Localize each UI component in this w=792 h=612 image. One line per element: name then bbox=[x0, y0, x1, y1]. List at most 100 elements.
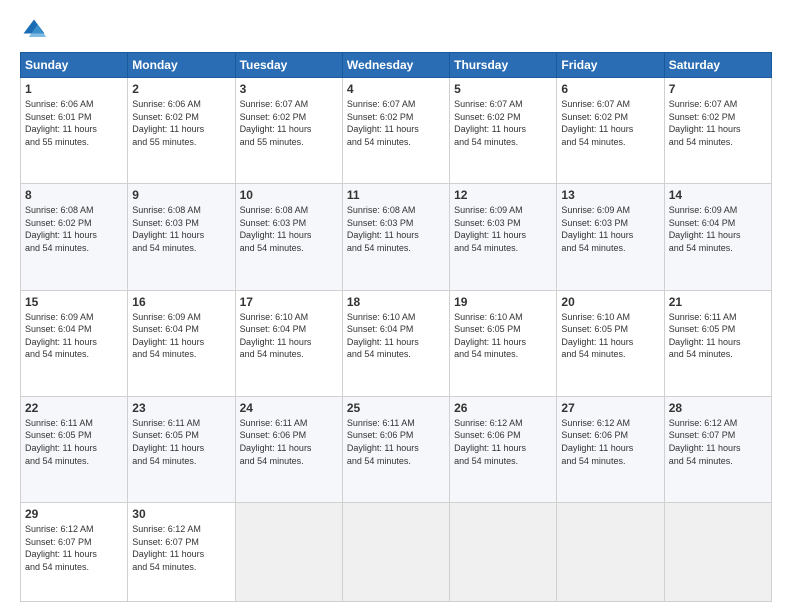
calendar-cell: 29 Sunrise: 6:12 AMSunset: 6:07 PMDayligh… bbox=[21, 503, 128, 602]
cell-info: Sunrise: 6:10 AMSunset: 6:04 PMDaylight:… bbox=[347, 312, 419, 360]
day-number: 14 bbox=[669, 188, 767, 202]
day-number: 8 bbox=[25, 188, 123, 202]
page: SundayMondayTuesdayWednesdayThursdayFrid… bbox=[0, 0, 792, 612]
day-number: 4 bbox=[347, 82, 445, 96]
day-number: 18 bbox=[347, 295, 445, 309]
day-number: 30 bbox=[132, 507, 230, 521]
day-number: 15 bbox=[25, 295, 123, 309]
day-number: 7 bbox=[669, 82, 767, 96]
cell-info: Sunrise: 6:12 AMSunset: 6:07 PMDaylight:… bbox=[25, 524, 97, 572]
cell-info: Sunrise: 6:12 AMSunset: 6:07 PMDaylight:… bbox=[132, 524, 204, 572]
calendar-cell: 4 Sunrise: 6:07 AMSunset: 6:02 PMDaylight… bbox=[342, 78, 449, 184]
calendar-cell: 1 Sunrise: 6:06 AMSunset: 6:01 PMDaylight… bbox=[21, 78, 128, 184]
calendar-cell bbox=[342, 503, 449, 602]
header bbox=[20, 16, 772, 44]
cell-info: Sunrise: 6:06 AMSunset: 6:01 PMDaylight:… bbox=[25, 99, 97, 147]
col-header-friday: Friday bbox=[557, 53, 664, 78]
calendar-cell: 13 Sunrise: 6:09 AMSunset: 6:03 PMDayligh… bbox=[557, 184, 664, 290]
calendar-cell: 28Sunrise: 6:12 AMSunset: 6:07 PMDayligh… bbox=[664, 396, 771, 502]
col-header-tuesday: Tuesday bbox=[235, 53, 342, 78]
cell-info: Sunrise: 6:09 AMSunset: 6:04 PMDaylight:… bbox=[25, 312, 97, 360]
day-number: 28 bbox=[669, 401, 767, 415]
calendar-table: SundayMondayTuesdayWednesdayThursdayFrid… bbox=[20, 52, 772, 602]
calendar-cell: 15 Sunrise: 6:09 AMSunset: 6:04 PMDayligh… bbox=[21, 290, 128, 396]
calendar-cell: 17Sunrise: 6:10 AMSunset: 6:04 PMDayligh… bbox=[235, 290, 342, 396]
calendar-cell: 24 Sunrise: 6:11 AMSunset: 6:06 PMDayligh… bbox=[235, 396, 342, 502]
calendar-cell: 16 Sunrise: 6:09 AMSunset: 6:04 PMDayligh… bbox=[128, 290, 235, 396]
cell-info: Sunrise: 6:07 AMSunset: 6:02 PMDaylight:… bbox=[561, 99, 633, 147]
calendar-cell: 14 Sunrise: 6:09 AMSunset: 6:04 PMDayligh… bbox=[664, 184, 771, 290]
day-number: 17 bbox=[240, 295, 338, 309]
calendar-cell bbox=[664, 503, 771, 602]
cell-info: Sunrise: 6:07 AMSunset: 6:02 PMDaylight:… bbox=[454, 99, 526, 147]
cell-info: Sunrise: 6:07 AMSunset: 6:02 PMDaylight:… bbox=[669, 99, 741, 147]
col-header-sunday: Sunday bbox=[21, 53, 128, 78]
calendar-cell bbox=[450, 503, 557, 602]
day-number: 20 bbox=[561, 295, 659, 309]
day-number: 24 bbox=[240, 401, 338, 415]
cell-info: Sunrise: 6:08 AMSunset: 6:03 PMDaylight:… bbox=[240, 205, 312, 253]
calendar-cell: 21 Sunrise: 6:11 AMSunset: 6:05 PMDayligh… bbox=[664, 290, 771, 396]
day-number: 13 bbox=[561, 188, 659, 202]
day-number: 26 bbox=[454, 401, 552, 415]
calendar-cell: 6 Sunrise: 6:07 AMSunset: 6:02 PMDaylight… bbox=[557, 78, 664, 184]
day-number: 29 bbox=[25, 507, 123, 521]
col-header-thursday: Thursday bbox=[450, 53, 557, 78]
calendar-cell bbox=[235, 503, 342, 602]
day-number: 16 bbox=[132, 295, 230, 309]
day-number: 10 bbox=[240, 188, 338, 202]
day-number: 3 bbox=[240, 82, 338, 96]
calendar-cell: 2 Sunrise: 6:06 AMSunset: 6:02 PMDaylight… bbox=[128, 78, 235, 184]
cell-info: Sunrise: 6:12 AMSunset: 6:06 PMDaylight:… bbox=[561, 418, 633, 466]
cell-info: Sunrise: 6:07 AMSunset: 6:02 PMDaylight:… bbox=[347, 99, 419, 147]
cell-info: Sunrise: 6:08 AMSunset: 6:02 PMDaylight:… bbox=[25, 205, 97, 253]
cell-info: Sunrise: 6:09 AMSunset: 6:03 PMDaylight:… bbox=[561, 205, 633, 253]
cell-info: Sunrise: 6:11 AMSunset: 6:06 PMDaylight:… bbox=[240, 418, 312, 466]
day-number: 9 bbox=[132, 188, 230, 202]
cell-info: Sunrise: 6:09 AMSunset: 6:04 PMDaylight:… bbox=[669, 205, 741, 253]
calendar-cell: 23 Sunrise: 6:11 AMSunset: 6:05 PMDayligh… bbox=[128, 396, 235, 502]
day-number: 25 bbox=[347, 401, 445, 415]
col-header-saturday: Saturday bbox=[664, 53, 771, 78]
calendar-cell: 3 Sunrise: 6:07 AMSunset: 6:02 PMDaylight… bbox=[235, 78, 342, 184]
cell-info: Sunrise: 6:09 AMSunset: 6:03 PMDaylight:… bbox=[454, 205, 526, 253]
cell-info: Sunrise: 6:10 AMSunset: 6:05 PMDaylight:… bbox=[561, 312, 633, 360]
calendar-cell: 18 Sunrise: 6:10 AMSunset: 6:04 PMDayligh… bbox=[342, 290, 449, 396]
col-header-wednesday: Wednesday bbox=[342, 53, 449, 78]
calendar-cell: 11 Sunrise: 6:08 AMSunset: 6:03 PMDayligh… bbox=[342, 184, 449, 290]
calendar-cell: 22 Sunrise: 6:11 AMSunset: 6:05 PMDayligh… bbox=[21, 396, 128, 502]
calendar-cell bbox=[557, 503, 664, 602]
day-number: 2 bbox=[132, 82, 230, 96]
calendar-cell: 20 Sunrise: 6:10 AMSunset: 6:05 PMDayligh… bbox=[557, 290, 664, 396]
cell-info: Sunrise: 6:07 AMSunset: 6:02 PMDaylight:… bbox=[240, 99, 312, 147]
calendar-cell: 7 Sunrise: 6:07 AMSunset: 6:02 PMDaylight… bbox=[664, 78, 771, 184]
cell-info: Sunrise: 6:12 AMSunset: 6:06 PMDaylight:… bbox=[454, 418, 526, 466]
cell-info: Sunrise: 6:06 AMSunset: 6:02 PMDaylight:… bbox=[132, 99, 204, 147]
day-number: 5 bbox=[454, 82, 552, 96]
day-number: 11 bbox=[347, 188, 445, 202]
day-number: 19 bbox=[454, 295, 552, 309]
calendar-cell: 25Sunrise: 6:11 AMSunset: 6:06 PMDayligh… bbox=[342, 396, 449, 502]
day-number: 1 bbox=[25, 82, 123, 96]
calendar-cell: 12 Sunrise: 6:09 AMSunset: 6:03 PMDayligh… bbox=[450, 184, 557, 290]
calendar-cell: 8 Sunrise: 6:08 AMSunset: 6:02 PMDaylight… bbox=[21, 184, 128, 290]
day-number: 6 bbox=[561, 82, 659, 96]
calendar-cell: 10 Sunrise: 6:08 AMSunset: 6:03 PMDayligh… bbox=[235, 184, 342, 290]
logo bbox=[20, 16, 52, 44]
cell-info: Sunrise: 6:08 AMSunset: 6:03 PMDaylight:… bbox=[347, 205, 419, 253]
logo-icon bbox=[20, 16, 48, 44]
cell-info: Sunrise: 6:09 AMSunset: 6:04 PMDaylight:… bbox=[132, 312, 204, 360]
day-number: 22 bbox=[25, 401, 123, 415]
cell-info: Sunrise: 6:10 AMSunset: 6:05 PMDaylight:… bbox=[454, 312, 526, 360]
calendar-cell: 5 Sunrise: 6:07 AMSunset: 6:02 PMDaylight… bbox=[450, 78, 557, 184]
cell-info: Sunrise: 6:11 AMSunset: 6:05 PMDaylight:… bbox=[132, 418, 204, 466]
cell-info: Sunrise: 6:11 AMSunset: 6:05 PMDaylight:… bbox=[669, 312, 741, 360]
day-number: 23 bbox=[132, 401, 230, 415]
calendar-cell: 9 Sunrise: 6:08 AMSunset: 6:03 PMDaylight… bbox=[128, 184, 235, 290]
day-number: 12 bbox=[454, 188, 552, 202]
calendar-cell: 27Sunrise: 6:12 AMSunset: 6:06 PMDayligh… bbox=[557, 396, 664, 502]
cell-info: Sunrise: 6:08 AMSunset: 6:03 PMDaylight:… bbox=[132, 205, 204, 253]
day-number: 21 bbox=[669, 295, 767, 309]
calendar-cell: 30 Sunrise: 6:12 AMSunset: 6:07 PMDayligh… bbox=[128, 503, 235, 602]
cell-info: Sunrise: 6:11 AMSunset: 6:05 PMDaylight:… bbox=[25, 418, 97, 466]
